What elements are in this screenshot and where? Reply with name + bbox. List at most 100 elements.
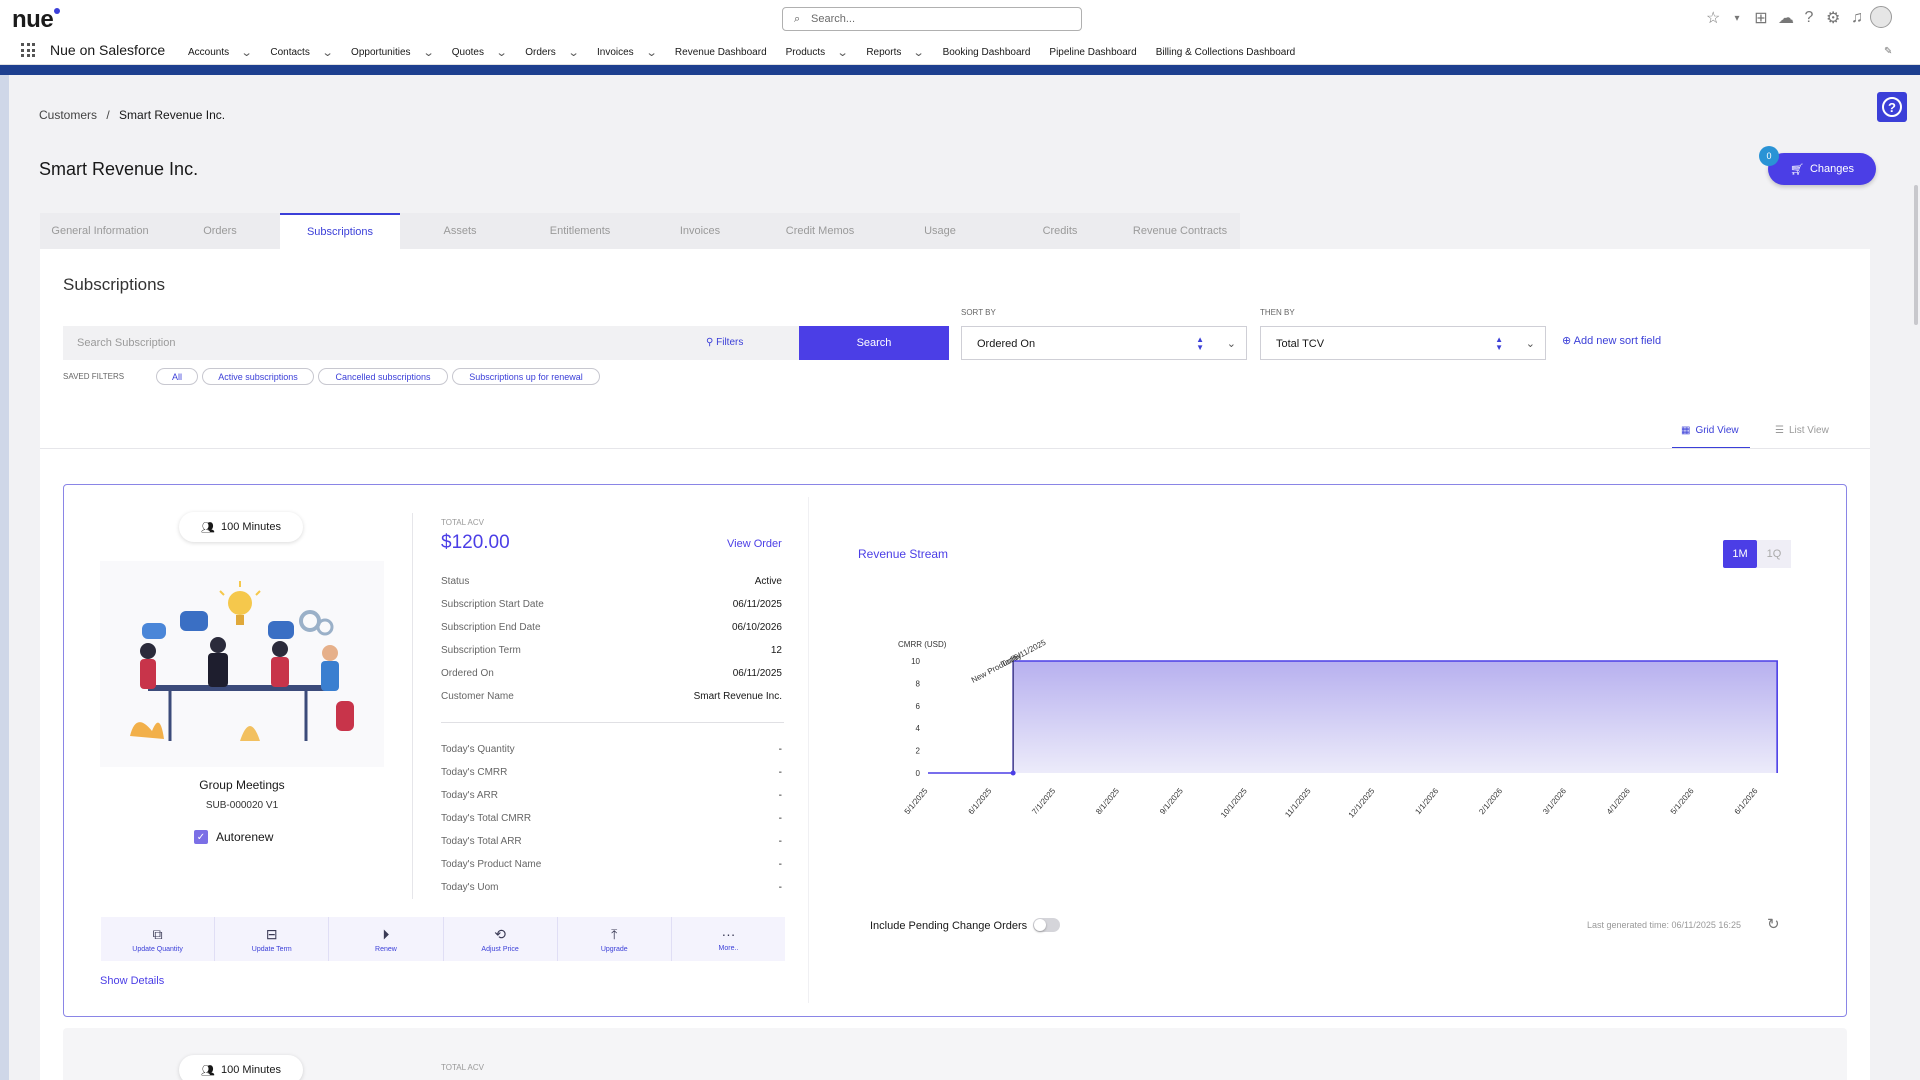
checkbox-checked-icon[interactable]: ✓	[194, 830, 208, 844]
refresh-icon[interactable]: ↻	[1767, 915, 1780, 933]
edit-nav-icon[interactable]: ✎	[1884, 46, 1892, 57]
tab-credit-memos[interactable]: Credit Memos	[760, 213, 880, 249]
x-tick-label: 2/1/2026	[1477, 786, 1504, 816]
favorites-star-icon[interactable]: ☆	[1706, 8, 1720, 28]
update-quantity-button[interactable]: ⧉ Update Quantity	[101, 917, 216, 961]
list-view-tab[interactable]: ☰ List View	[1775, 425, 1829, 436]
detail-label: Subscription Start Date	[441, 599, 544, 610]
tab-revenue-contracts[interactable]: Revenue Contracts	[1120, 213, 1240, 249]
add-sort-field-button[interactable]: ⊕ Add new sort field	[1562, 334, 1661, 347]
tab-credits[interactable]: Credits	[1000, 213, 1120, 249]
nav-item-pipeline-dashboard[interactable]: Pipeline Dashboard	[1049, 46, 1136, 59]
saved-filter-chip[interactable]: All	[156, 368, 198, 385]
bell-icon[interactable]: ♫	[1850, 9, 1864, 27]
global-search-input[interactable]: ⌕ Search...	[782, 7, 1082, 31]
help-icon[interactable]: ?	[1802, 9, 1816, 27]
renew-button[interactable]: ⏵ Renew	[329, 917, 444, 961]
app-launcher-icon[interactable]	[21, 43, 35, 57]
action-bar: ⧉ Update Quantity ⊟ Update Term ⏵ Renew ⟲ Adjus…	[101, 917, 785, 961]
update-term-button[interactable]: ⊟ Update Term	[215, 917, 330, 961]
nue-logo[interactable]: nue	[12, 6, 61, 34]
nav-item-reports[interactable]: Reports ⌄	[866, 46, 925, 59]
tab-subscriptions[interactable]: Subscriptions	[280, 213, 400, 249]
changes-button[interactable]: 🛒︎ Changes	[1768, 153, 1876, 185]
chevron-down-icon[interactable]: ⌄	[645, 46, 657, 59]
sort-direction-icon[interactable]: ▲ ▼	[1196, 336, 1204, 352]
changes-count-badge: 0	[1759, 146, 1779, 166]
chevron-down-icon[interactable]: ⌄	[496, 46, 508, 59]
nav-item-accounts[interactable]: Accounts ⌄	[188, 46, 253, 59]
detail-value: -	[778, 790, 782, 801]
chevron-down-icon[interactable]: ⌄	[321, 46, 333, 59]
nav-item-billing-collections-dashboard[interactable]: Billing & Collections Dashboard	[1156, 46, 1296, 59]
tab-general-information[interactable]: General Information	[40, 213, 160, 249]
avatar[interactable]	[1870, 6, 1892, 28]
total-acv-label-2: TOTAL ACV	[441, 1063, 484, 1072]
upgrade-button[interactable]: ⤒ Upgrade	[558, 917, 672, 961]
saved-filter-chip[interactable]: Subscriptions up for renewal	[452, 368, 600, 385]
cloud-icon[interactable]: ☁	[1778, 8, 1794, 28]
more-button[interactable]: ··· More..	[672, 917, 785, 961]
saved-filter-chip[interactable]: Cancelled subscriptions	[318, 368, 448, 385]
nav-item-products[interactable]: Products ⌄	[786, 46, 849, 59]
more-dots-icon: ···	[721, 926, 736, 942]
adjust-price-button[interactable]: ⟲ Adjust Price	[444, 917, 558, 961]
autorenew-checkbox[interactable]: ✓ Autorenew	[194, 830, 273, 844]
page-scrollbar[interactable]	[1912, 75, 1920, 1080]
detail-label: Subscription End Date	[441, 622, 541, 633]
tab-usage[interactable]: Usage	[880, 213, 1000, 249]
subscription-search-input[interactable]: Search Subscription	[63, 326, 799, 360]
filters-label: Filters	[716, 337, 744, 348]
tab-invoices[interactable]: Invoices	[640, 213, 760, 249]
add-icon[interactable]: ⊞	[1754, 8, 1768, 28]
then-by-select[interactable]: Total TCV ▲ ▼ ⌄	[1260, 326, 1546, 360]
detail-value: Smart Revenue Inc.	[693, 691, 782, 702]
nav-item-booking-dashboard[interactable]: Booking Dashboard	[943, 46, 1031, 59]
nav-item-invoices[interactable]: Invoices ⌄	[597, 46, 657, 59]
grid-icon: ▦	[1681, 425, 1691, 436]
nav-item-label: Pipeline Dashboard	[1049, 47, 1137, 58]
nav-item-contacts[interactable]: Contacts ⌄	[270, 46, 333, 59]
grid-view-tab[interactable]: ▦ Grid View	[1681, 425, 1739, 436]
nav-item-opportunities[interactable]: Opportunities ⌄	[351, 46, 434, 59]
chevron-down-icon[interactable]: ⌄	[567, 46, 579, 59]
chevron-down-icon[interactable]: ⌄	[913, 46, 925, 59]
help-button[interactable]: ?	[1877, 92, 1907, 122]
nav-item-revenue-dashboard[interactable]: Revenue Dashboard	[675, 46, 767, 59]
x-tick-label: 11/1/2025	[1283, 786, 1313, 819]
divider	[40, 448, 1870, 449]
pending-change-orders-toggle[interactable]	[1033, 918, 1060, 932]
tab-assets[interactable]: Assets	[400, 213, 520, 249]
saved-filter-chip[interactable]: Active subscriptions	[202, 368, 314, 385]
chevron-down-icon[interactable]: ⌄	[837, 46, 849, 59]
detail-label: Today's Total ARR	[441, 836, 522, 847]
today-marker-dot	[1010, 770, 1016, 776]
breadcrumb-customers[interactable]: Customers	[39, 108, 97, 122]
question-icon: ?	[1882, 97, 1902, 117]
detail-value: -	[778, 882, 782, 893]
changes-label: Changes	[1809, 163, 1854, 175]
search-button[interactable]: Search	[799, 326, 949, 360]
details-divider	[441, 722, 784, 723]
view-order-link[interactable]: View Order	[727, 538, 782, 550]
show-details-link[interactable]: Show Details	[100, 975, 164, 987]
filters-button[interactable]: ⚲ Filters	[706, 337, 743, 348]
sort-direction-icon[interactable]: ▲ ▼	[1495, 336, 1503, 352]
revenue-stream-title: Revenue Stream	[858, 547, 949, 561]
nav-item-orders[interactable]: Orders ⌄	[525, 46, 579, 59]
favorites-dropdown-icon[interactable]: ▾	[1730, 13, 1744, 24]
detail-label: Today's ARR	[441, 790, 498, 801]
sort-by-select[interactable]: Ordered On ▲ ▼ ⌄	[961, 326, 1247, 360]
gear-icon[interactable]: ⚙	[1826, 8, 1840, 28]
chevron-down-icon[interactable]: ⌄	[241, 46, 253, 59]
product-name: Group Meetings	[199, 778, 285, 792]
detail-label: Status	[441, 576, 470, 587]
tab-orders[interactable]: Orders	[160, 213, 280, 249]
tab-entitlements[interactable]: Entitlements	[520, 213, 640, 249]
subscription-card-2	[63, 1028, 1847, 1080]
action-label: Update Quantity	[132, 945, 183, 953]
period-1m-button[interactable]: 1M	[1723, 540, 1757, 568]
nav-item-quotes[interactable]: Quotes ⌄	[452, 46, 508, 59]
chevron-down-icon[interactable]: ⌄	[422, 46, 434, 59]
period-1q-button[interactable]: 1Q	[1757, 540, 1791, 568]
